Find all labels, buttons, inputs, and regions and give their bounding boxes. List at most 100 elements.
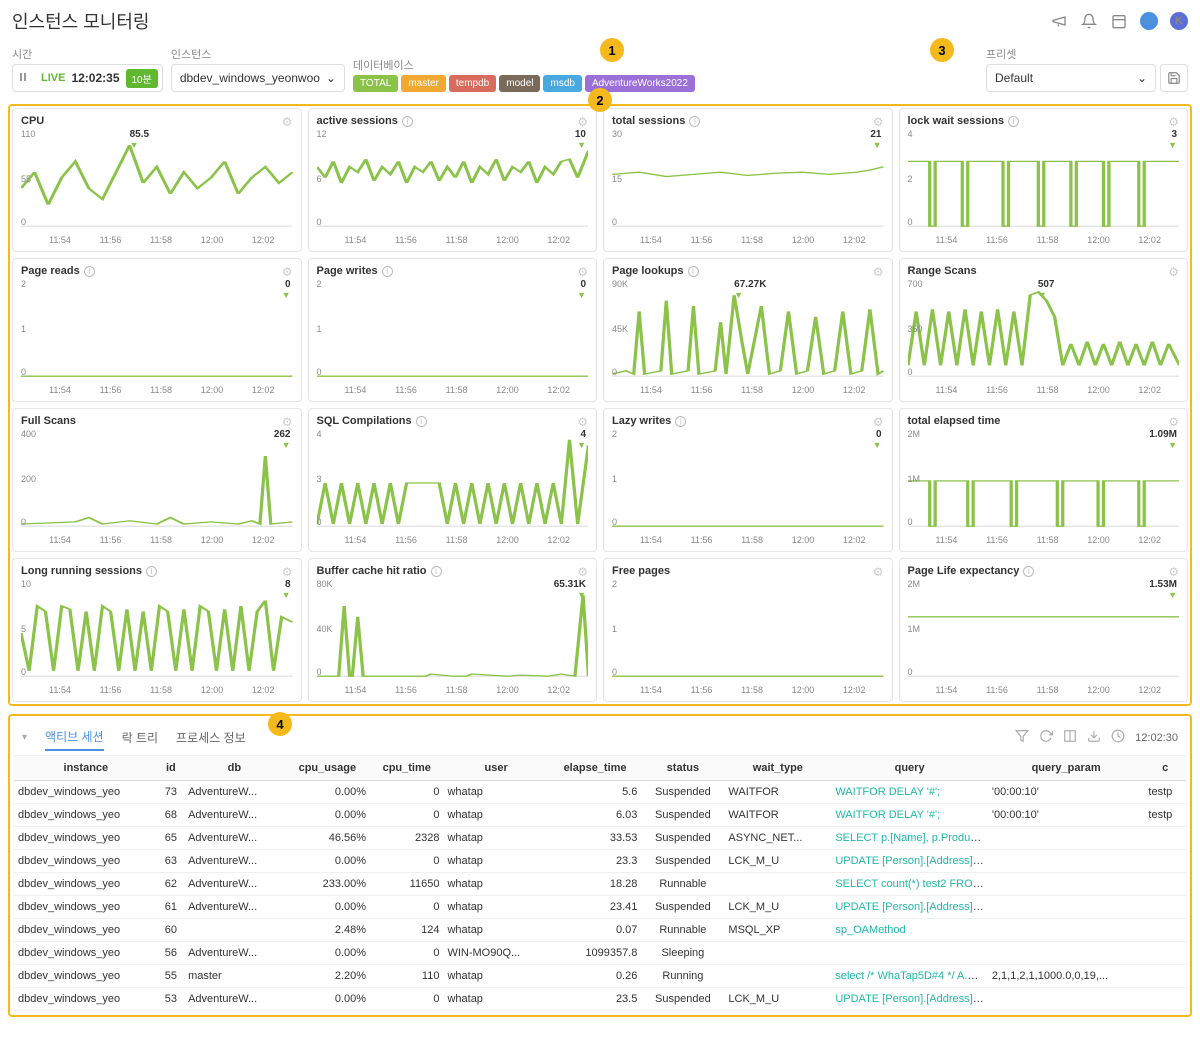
save-preset-button[interactable] [1160, 64, 1188, 92]
table-row[interactable]: dbdev_windows_yeo602.48%124whatap0.07Run… [14, 919, 1186, 942]
gear-icon[interactable]: ⚙ [873, 265, 884, 279]
db-tag[interactable]: model [499, 75, 540, 92]
column-header[interactable]: c [1144, 756, 1186, 781]
info-icon[interactable]: i [382, 266, 393, 277]
column-header[interactable]: cpu_time [370, 756, 443, 781]
gear-icon[interactable]: ⚙ [873, 415, 884, 429]
info-icon[interactable]: i [688, 266, 699, 277]
more-icon[interactable]: ⋯ [1140, 12, 1158, 30]
table-row[interactable]: dbdev_windows_yeo53AdventureW...0.00%0wh… [14, 988, 1186, 1011]
table-cell: Suspended [641, 988, 724, 1011]
table-row[interactable]: dbdev_windows_yeo61AdventureW...0.00%0wh… [14, 896, 1186, 919]
filter-icon[interactable] [1015, 729, 1029, 746]
gear-icon[interactable]: ⚙ [577, 415, 588, 429]
column-header[interactable]: db [184, 756, 285, 781]
query-link[interactable]: WAITFOR DELAY '#'; [835, 809, 940, 821]
table-cell: 2328 [370, 827, 443, 850]
duration-badge: 10분 [126, 69, 158, 88]
megaphone-icon[interactable] [1050, 12, 1068, 30]
tab-active-sessions[interactable]: 액티브 세션 [45, 724, 104, 751]
table-cell [1144, 919, 1186, 942]
column-header[interactable]: query_param [988, 756, 1145, 781]
sessions-section: 4 ▾ 액티브 세션 락 트리 프로세스 정보 12:02:30 instanc… [0, 710, 1200, 1029]
gear-icon[interactable]: ⚙ [282, 265, 293, 279]
gear-icon[interactable]: ⚙ [873, 565, 884, 579]
gear-icon[interactable]: ⚙ [1168, 115, 1179, 129]
gear-icon[interactable]: ⚙ [577, 565, 588, 579]
column-header[interactable]: instance [14, 756, 158, 781]
info-icon[interactable]: i [689, 116, 700, 127]
info-icon[interactable]: i [84, 266, 95, 277]
bell-icon[interactable] [1080, 12, 1098, 30]
chevron-down-icon[interactable]: ▾ [22, 732, 27, 743]
chart-panel: Buffer cache hit ratio i ⚙ 80K 40K 0 65.… [308, 558, 598, 702]
query-link[interactable]: select /* WhaTap5D#4 */ A.session_id,D.d… [835, 970, 988, 982]
info-icon[interactable]: i [1023, 566, 1034, 577]
gear-icon[interactable]: ⚙ [282, 115, 293, 129]
column-header[interactable]: user [443, 756, 548, 781]
info-icon[interactable]: i [431, 566, 442, 577]
info-icon[interactable]: i [675, 416, 686, 427]
gear-icon[interactable]: ⚙ [282, 565, 293, 579]
query-link[interactable]: SELECT p.[Name], p.ProductNumber, th.*, … [835, 832, 988, 844]
table-cell: 0 [370, 896, 443, 919]
column-header[interactable]: status [641, 756, 724, 781]
info-icon[interactable]: i [416, 416, 427, 427]
table-row[interactable]: dbdev_windows_yeo65AdventureW...46.56%23… [14, 827, 1186, 850]
query-link[interactable]: UPDATE [Person].[Address] set [City] = @… [835, 901, 988, 913]
table-cell: 11650 [370, 873, 443, 896]
avatar[interactable]: K [1170, 12, 1188, 30]
database-tags: TOTALmastertempdbmodelmsdbAdventureWorks… [353, 75, 695, 92]
gear-icon[interactable]: ⚙ [1168, 265, 1179, 279]
chart-panel: lock wait sessions i ⚙ 4 2 0 3▼ 11:5411:… [899, 108, 1189, 252]
table-cell [1144, 965, 1186, 988]
info-icon[interactable]: i [146, 566, 157, 577]
tab-lock-tree[interactable]: 락 트리 [122, 725, 158, 750]
columns-icon[interactable] [1063, 729, 1077, 746]
column-header[interactable]: elapse_time [549, 756, 642, 781]
table-cell [1144, 850, 1186, 873]
gear-icon[interactable]: ⚙ [873, 115, 884, 129]
column-header[interactable]: id [158, 756, 184, 781]
tab-process-info[interactable]: 프로세스 정보 [176, 725, 246, 750]
download-icon[interactable] [1087, 729, 1101, 746]
db-tag[interactable]: tempdb [449, 75, 496, 92]
query-link[interactable]: sp_OAMethod [835, 924, 905, 936]
gear-icon[interactable]: ⚙ [1168, 415, 1179, 429]
column-header[interactable]: wait_type [724, 756, 831, 781]
table-cell: 23.3 [549, 850, 642, 873]
query-link[interactable]: UPDATE [Person].[Address] set [City] = @… [835, 855, 988, 867]
annotation-badge-1: 1 [600, 38, 624, 62]
table-header-row: instanceiddbcpu_usagecpu_timeuserelapse_… [14, 756, 1186, 781]
time-group: 시간 LIVE 12:02:35 10분 [12, 46, 163, 92]
table-cell: 0 [370, 781, 443, 804]
gear-icon[interactable]: ⚙ [577, 265, 588, 279]
table-row[interactable]: dbdev_windows_yeo56AdventureW...0.00%0WI… [14, 942, 1186, 965]
query-link[interactable]: WAITFOR DELAY '#'; [835, 786, 940, 798]
info-icon[interactable]: i [1008, 116, 1019, 127]
db-tag[interactable]: master [401, 75, 446, 92]
refresh-icon[interactable] [1039, 729, 1053, 746]
pause-icon[interactable] [17, 71, 35, 86]
time-picker[interactable]: LIVE 12:02:35 10분 [12, 64, 163, 92]
gear-icon[interactable]: ⚙ [577, 115, 588, 129]
db-tag[interactable]: TOTAL [353, 75, 398, 92]
table-row[interactable]: dbdev_windows_yeo68AdventureW...0.00%0wh… [14, 804, 1186, 827]
table-cell: 46.56% [285, 827, 370, 850]
table-row[interactable]: dbdev_windows_yeo62AdventureW...233.00%1… [14, 873, 1186, 896]
instance-select[interactable]: dbdev_windows_yeonwoo ⌄ [171, 64, 345, 92]
table-row[interactable]: dbdev_windows_yeo73AdventureW...0.00%0wh… [14, 781, 1186, 804]
calendar-icon[interactable] [1110, 12, 1128, 30]
gear-icon[interactable]: ⚙ [1168, 565, 1179, 579]
gear-icon[interactable]: ⚙ [282, 415, 293, 429]
table-row[interactable]: dbdev_windows_yeo55master2.20%110whatap0… [14, 965, 1186, 988]
table-row[interactable]: dbdev_windows_yeo63AdventureW...0.00%0wh… [14, 850, 1186, 873]
info-icon[interactable]: i [402, 116, 413, 127]
query-link[interactable]: UPDATE [Person].[Address] set [City] = @… [835, 993, 988, 1005]
table-cell: '00:00:10' [988, 804, 1145, 827]
preset-select[interactable]: Default ⌄ [986, 64, 1156, 92]
db-tag[interactable]: msdb [543, 75, 581, 92]
query-link[interactable]: SELECT count(*) test2 FROM Sales.Store s… [835, 878, 988, 890]
column-header[interactable]: query [831, 756, 988, 781]
column-header[interactable]: cpu_usage [285, 756, 370, 781]
